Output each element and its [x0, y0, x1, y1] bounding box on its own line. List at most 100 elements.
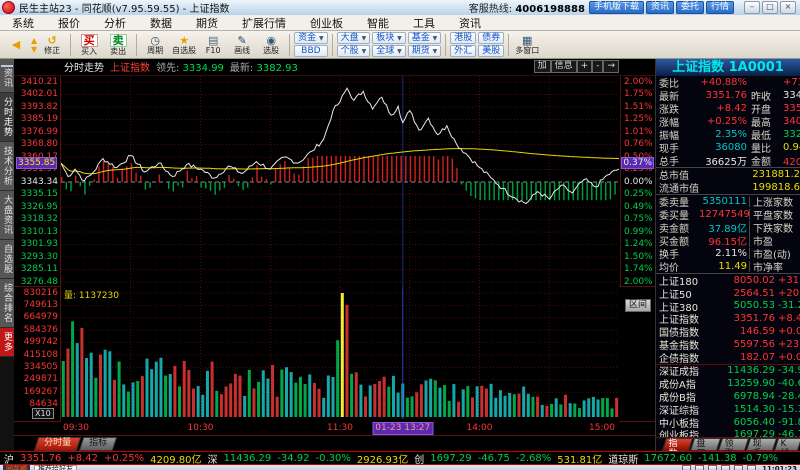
chart-header-button-1[interactable]: 信息: [551, 60, 577, 73]
toolbar-button-个股[interactable]: 个股 ▼: [337, 45, 371, 57]
index-row-国债指数[interactable]: 国债指数146.59+0.03: [656, 325, 800, 338]
toolbar-button-板块[interactable]: 板块 ▼: [372, 32, 406, 44]
sidebar-item-大盘资讯[interactable]: 大盘资讯: [0, 191, 14, 240]
back-button[interactable]: ◀: [2, 31, 30, 58]
panel-tab-K线[interactable]: K线: [774, 438, 800, 451]
index-row-深证综指[interactable]: 深证综指1514.30-15.37: [656, 403, 800, 416]
chart-header-button-3[interactable]: -: [592, 60, 603, 73]
menu-item-数据[interactable]: 数据: [138, 15, 184, 31]
quote-label: 量比: [747, 141, 781, 154]
menu-item-报价[interactable]: 报价: [46, 15, 92, 31]
titlebar-button-2[interactable]: 委托: [676, 1, 704, 14]
volume-chart[interactable]: [61, 287, 619, 423]
maximize-button[interactable]: □: [762, 1, 778, 14]
close-button[interactable]: ×: [780, 1, 796, 14]
index-change: +0.07: [775, 352, 800, 363]
titlebar-button-1[interactable]: 资讯: [646, 1, 674, 14]
index-name: 中小板指: [659, 416, 721, 429]
toolbar-button-大盘[interactable]: 大盘 ▼: [337, 32, 371, 44]
panel-tab-指数[interactable]: 指数: [662, 438, 693, 451]
sidebar-item-综合排名[interactable]: 综合排名: [0, 279, 14, 328]
up-arrow-button[interactable]: ▲: [31, 36, 37, 45]
menu-item-扩展行情[interactable]: 扩展行情: [230, 15, 298, 31]
alert-icon[interactable]: [695, 465, 704, 470]
down-arrow-button[interactable]: ▼: [31, 45, 37, 54]
volume-pane[interactable]: 8302167496136649795843764997424151083345…: [14, 287, 655, 423]
menu-item-系统[interactable]: 系统: [0, 15, 46, 31]
range-button[interactable]: 区间: [625, 299, 651, 312]
index-row-深证成指[interactable]: 深证成指11436.29-34.92: [656, 364, 800, 378]
index-row-上证380[interactable]: 上证3805050.53-31.27: [656, 300, 800, 313]
fix-button[interactable]: ↺ 修正: [38, 31, 66, 58]
sidebar-item-自选股[interactable]: 自选股: [0, 240, 14, 279]
index-row-企债指数[interactable]: 企债指数182.07+0.07: [656, 351, 800, 364]
toolbar-button-外汇[interactable]: 外汇: [450, 45, 476, 57]
sidebar-item-分时走势[interactable]: 分时走势: [0, 93, 14, 142]
titlebar-button-3[interactable]: 行情: [706, 1, 734, 14]
intraday-price-chart[interactable]: [61, 76, 619, 288]
calendar-icon[interactable]: [708, 465, 717, 470]
panel-tab-领涨[interactable]: 领涨: [718, 438, 749, 451]
chart-tab-指标[interactable]: 指标: [79, 437, 118, 451]
quote-value: 37.89亿: [699, 221, 750, 234]
sidebar-item-资讯[interactable]: 资讯: [0, 59, 14, 93]
toolbar-button-港股[interactable]: 港股: [450, 32, 476, 44]
toolbar-button-全球[interactable]: 全球 ▼: [372, 45, 406, 57]
download-icon[interactable]: [734, 465, 743, 470]
time-tick: 09:30: [63, 423, 89, 434]
percent-tick: 0.49%: [624, 202, 653, 212]
chart-header-button-0[interactable]: 加: [534, 60, 551, 73]
sidebar-item-更多[interactable]: 更多: [0, 328, 14, 357]
toolbar-button-美股[interactable]: 美股: [478, 45, 504, 57]
chart-view-label: 分时走势: [64, 59, 104, 74]
index-row-创业板指[interactable]: 创业板指1697.29-46.75: [656, 429, 800, 438]
titlebar-button-0[interactable]: 手机版下载: [589, 1, 644, 14]
menu-item-创业板[interactable]: 创业板: [298, 15, 355, 31]
quote-value: +40.88%: [689, 77, 747, 88]
index-value: 1514.30: [721, 404, 775, 415]
menu-item-分析[interactable]: 分析: [92, 15, 138, 31]
chart-header-button-2[interactable]: +: [577, 60, 593, 73]
recommend-button[interactable]: 推荐给好友: [34, 465, 77, 470]
funds-button[interactable]: 资金 ▼: [294, 32, 328, 44]
panel-tab-现手[interactable]: 现手: [746, 438, 777, 451]
buy-button[interactable]: 买 买入: [75, 31, 103, 58]
index-value: 11436.29: [721, 365, 775, 376]
menu-item-期货[interactable]: 期货: [184, 15, 230, 31]
toolbar-button-债券[interactable]: 债券: [478, 32, 504, 44]
minimize-button[interactable]: –: [744, 1, 760, 14]
draw-line-button[interactable]: ✎ 画线: [228, 31, 256, 58]
watchlist-button[interactable]: ★ 自选股: [170, 31, 198, 58]
index-row-成份B指[interactable]: 成份B指6978.94-28.41: [656, 390, 800, 403]
period-button[interactable]: ◷ 周期: [141, 31, 169, 58]
menu-item-工具[interactable]: 工具: [401, 15, 447, 31]
mail-icon[interactable]: [682, 465, 691, 470]
quote-value: 12747549: [699, 209, 750, 220]
chart-header-button-4[interactable]: →: [603, 60, 619, 73]
index-row-中小板指[interactable]: 中小板指6056.40-91.82: [656, 416, 800, 429]
chart-symbol[interactable]: 上证指数: [110, 59, 150, 74]
index-row-上证50[interactable]: 上证502564.51+20.37: [656, 287, 800, 300]
stock-pick-button[interactable]: ◉ 选股: [257, 31, 285, 58]
f10-button[interactable]: ▤ F10: [199, 31, 227, 58]
chart-tab-分时量[interactable]: 分时量: [34, 437, 82, 451]
toolbar-button-基金[interactable]: 基金 ▼: [408, 32, 442, 44]
sidebar-item-技术分析[interactable]: 技术分析: [0, 142, 14, 191]
multi-window-button[interactable]: ▦ 多窗口: [513, 31, 541, 58]
nav-arrows: ▲ ▼: [31, 32, 37, 57]
index-row-上证180[interactable]: 上证1808050.02+31.05: [656, 274, 800, 287]
price-pane[interactable]: 3410.213402.013393.823385.193376.993368.…: [14, 76, 655, 287]
menu-item-智能[interactable]: 智能: [355, 15, 401, 31]
index-row-上证指数[interactable]: 上证指数3351.76+8.42: [656, 312, 800, 325]
sell-button[interactable]: 卖 卖出: [104, 31, 132, 58]
brand-logo[interactable]: 同花顺: [3, 465, 30, 470]
menu-item-资讯[interactable]: 资讯: [447, 15, 493, 31]
chat-icon[interactable]: [721, 465, 730, 470]
toolbar-button-期货[interactable]: 期货 ▼: [408, 45, 442, 57]
panel-tab-盘口[interactable]: 盘口: [690, 438, 721, 451]
quote-row: 现手36080量比0.94: [656, 141, 800, 154]
index-row-基金指数[interactable]: 基金指数5597.56+23.17: [656, 338, 800, 351]
index-row-成份A指[interactable]: 成份A指13259.90-40.68: [656, 377, 800, 390]
bbd-button[interactable]: BBD: [294, 45, 328, 57]
settings-icon[interactable]: [747, 465, 756, 470]
